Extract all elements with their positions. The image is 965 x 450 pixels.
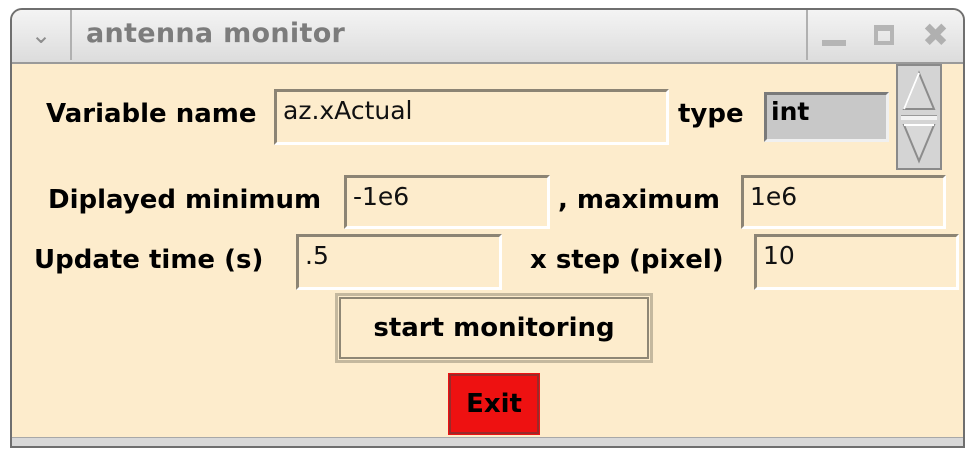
window-menu-button[interactable]: ⌄ [12, 10, 72, 60]
triangle-up-icon[interactable] [901, 69, 937, 115]
type-select[interactable]: int [764, 92, 889, 142]
title-bar[interactable]: ⌄ antenna monitor ✖ [12, 10, 963, 64]
close-icon[interactable]: ✖ [922, 19, 949, 51]
maximize-icon[interactable] [874, 25, 895, 45]
type-label: type [678, 99, 744, 129]
window-title: antenna monitor [86, 18, 346, 49]
window-bottom-edge [12, 437, 963, 446]
displayed-minimum-input[interactable]: -1e6 [344, 175, 550, 229]
update-time-label: Update time (s) [34, 245, 264, 275]
displayed-minimum-label: Diplayed minimum [48, 185, 322, 215]
triangle-down-icon[interactable] [901, 119, 937, 165]
x-step-input[interactable]: 10 [754, 234, 959, 290]
update-time-input[interactable]: .5 [296, 234, 502, 290]
chevron-down-icon: ⌄ [30, 21, 52, 49]
x-step-label: x step (pixel) [530, 245, 724, 275]
variable-name-input[interactable]: az.xActual [274, 89, 669, 145]
start-monitoring-button[interactable]: start monitoring [335, 293, 653, 363]
maximum-input[interactable]: 1e6 [741, 175, 946, 229]
window-controls: ✖ [806, 10, 963, 60]
variable-name-label: Variable name [46, 99, 257, 129]
maximum-label: , maximum [558, 185, 720, 215]
type-spinner[interactable] [896, 64, 942, 170]
exit-button[interactable]: Exit [445, 370, 543, 438]
minimize-icon[interactable] [822, 40, 847, 46]
antenna-monitor-window: ⌄ antenna monitor ✖ Variable name az.xAc… [10, 8, 965, 448]
